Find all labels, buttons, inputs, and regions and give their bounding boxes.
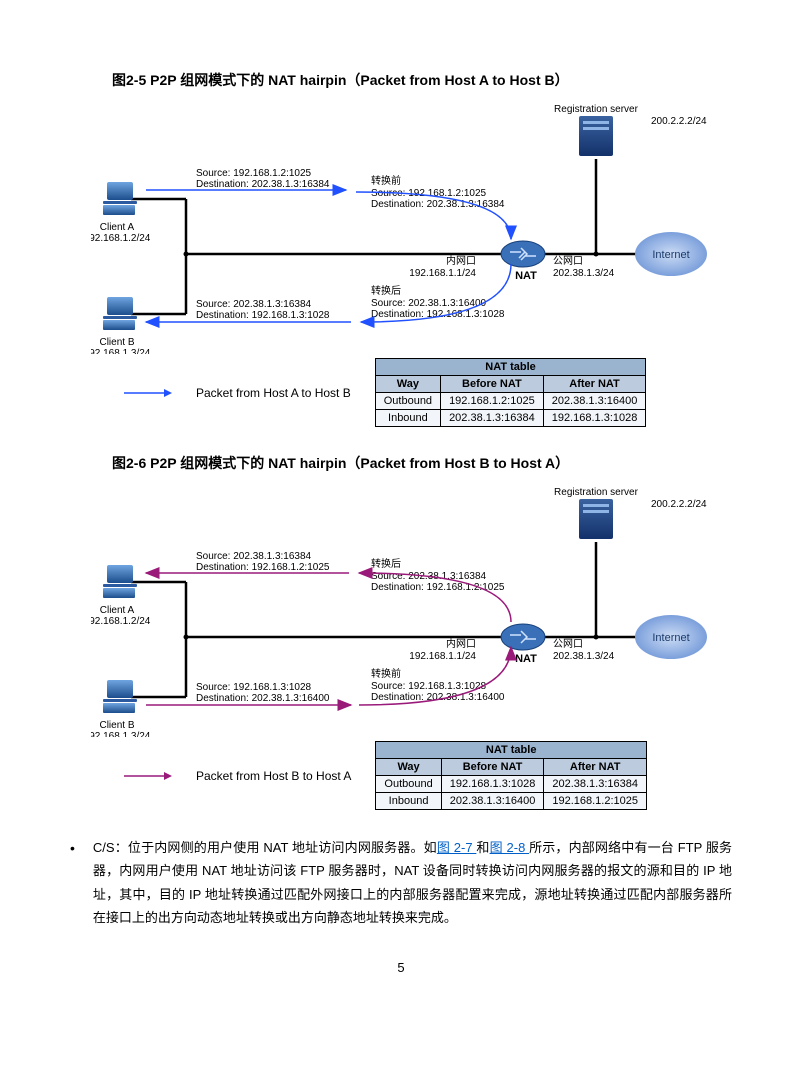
svg-text:Registration server: Registration server	[554, 104, 639, 115]
link-fig28[interactable]: 图 2-8	[490, 840, 530, 855]
figure2-diagram: Client A 192.168.1.2/24 Client B 192.168…	[91, 487, 711, 737]
svg-text:192.168.1.1/24: 192.168.1.1/24	[409, 268, 476, 279]
svg-text:NAT: NAT	[515, 653, 537, 665]
svg-text:192.168.1.2/24: 192.168.1.2/24	[91, 233, 151, 244]
svg-text:Source: 192.168.1.2:1025: Source: 192.168.1.2:1025	[196, 168, 312, 179]
svg-text:Internet: Internet	[652, 632, 689, 644]
svg-text:公网口: 公网口	[553, 638, 583, 650]
svg-text:Source: 192.168.1.2:1025: Source: 192.168.1.2:1025	[371, 188, 487, 199]
svg-text:Internet: Internet	[652, 249, 689, 261]
svg-text:202.38.1.3/24: 202.38.1.3/24	[553, 268, 615, 279]
para-text2: 和	[476, 840, 489, 855]
svg-text:Registration server: Registration server	[554, 487, 639, 498]
figure1-legend-text: Packet from Host A to Host B	[196, 386, 351, 400]
svg-text:Source: 202.38.1.3:16384: Source: 202.38.1.3:16384	[196, 299, 312, 310]
svg-text:转换后: 转换后	[371, 557, 401, 570]
svg-text:Client A: Client A	[100, 222, 135, 233]
svg-text:Destination: 202.38.1.3:16400: Destination: 202.38.1.3:16400	[196, 693, 330, 704]
figure2-caption: 图2-6 P2P 组网模式下的 NAT hairpin（Packet from …	[112, 453, 732, 473]
cs-paragraph: • C/S：位于内网侧的用户使用 NAT 地址访问内网服务器。如图 2-7 和图…	[70, 836, 732, 930]
figure1-caption: 图2-5 P2P 组网模式下的 NAT hairpin（Packet from …	[112, 70, 732, 90]
svg-text:内网口: 内网口	[446, 637, 476, 650]
bullet-icon: •	[70, 836, 75, 930]
svg-text:转换前: 转换前	[371, 174, 401, 187]
svg-text:内网口: 内网口	[446, 254, 476, 267]
svg-text:Source: 192.168.1.3:1028: Source: 192.168.1.3:1028	[371, 681, 487, 692]
svg-text:Destination: 192.168.1.3:1028: Destination: 192.168.1.3:1028	[196, 310, 330, 321]
svg-text:转换前: 转换前	[371, 667, 401, 680]
svg-text:192.168.1.1/24: 192.168.1.1/24	[409, 651, 476, 662]
svg-text:转换后: 转换后	[371, 284, 401, 297]
internet-cloud-icon: Internet	[635, 232, 707, 276]
para-prefix: C/S：	[93, 840, 128, 855]
svg-text:Destination: 192.168.1.3:1028: Destination: 192.168.1.3:1028	[371, 309, 505, 320]
svg-text:200.2.2.2/24: 200.2.2.2/24	[651, 499, 707, 510]
registration-server-icon	[579, 499, 613, 539]
svg-text:Source: 192.168.1.3:1028: Source: 192.168.1.3:1028	[196, 682, 312, 693]
page-number: 5	[70, 960, 732, 975]
figure1-nat-table: NAT table Way Before NAT After NAT Outbo…	[375, 358, 647, 427]
figure2-nat-table: NAT table Way Before NAT After NAT Outbo…	[375, 741, 647, 810]
svg-text:202.38.1.3/24: 202.38.1.3/24	[553, 651, 615, 662]
nat-router-icon	[501, 241, 545, 267]
svg-text:192.168.1.2/24: 192.168.1.2/24	[91, 616, 151, 627]
svg-text:Source: 202.38.1.3:16400: Source: 202.38.1.3:16400	[371, 298, 487, 309]
legend-arrow-blue	[124, 388, 172, 398]
svg-text:Destination: 202.38.1.3:16384: Destination: 202.38.1.3:16384	[196, 179, 330, 190]
svg-text:Client A: Client A	[100, 605, 135, 616]
svg-text:公网口: 公网口	[553, 255, 583, 267]
svg-text:192.168.1.3/24: 192.168.1.3/24	[91, 348, 151, 354]
registration-server-icon	[579, 116, 613, 156]
figure2-legend-text: Packet from Host B to Host A	[196, 769, 351, 783]
para-text1: 位于内网侧的用户使用 NAT 地址访问内网服务器。如	[128, 840, 437, 855]
link-fig27[interactable]: 图 2-7	[437, 840, 477, 855]
svg-text:Destination: 192.168.1.2:1025: Destination: 192.168.1.2:1025	[371, 582, 505, 593]
client-a-icon	[103, 565, 137, 598]
svg-text:Client B: Client B	[99, 720, 134, 731]
client-b-icon	[103, 297, 137, 330]
legend-arrow-magenta	[124, 771, 172, 781]
internet-cloud-icon: Internet	[635, 615, 707, 659]
client-a-icon	[103, 182, 137, 215]
svg-text:Client B: Client B	[99, 337, 134, 348]
client-b-icon	[103, 680, 137, 713]
svg-text:Destination: 202.38.1.3:16400: Destination: 202.38.1.3:16400	[371, 692, 505, 703]
svg-text:200.2.2.2/24: 200.2.2.2/24	[651, 116, 707, 127]
figure1-diagram: Client A 192.168.1.2/24 Client B 192.168…	[91, 104, 711, 354]
nat-router-icon	[501, 624, 545, 650]
svg-text:Destination: 192.168.1.2:1025: Destination: 192.168.1.2:1025	[196, 562, 330, 573]
svg-text:192.168.1.3/24: 192.168.1.3/24	[91, 731, 151, 737]
svg-text:Source: 202.38.1.3:16384: Source: 202.38.1.3:16384	[196, 551, 312, 562]
svg-text:NAT: NAT	[515, 270, 537, 282]
